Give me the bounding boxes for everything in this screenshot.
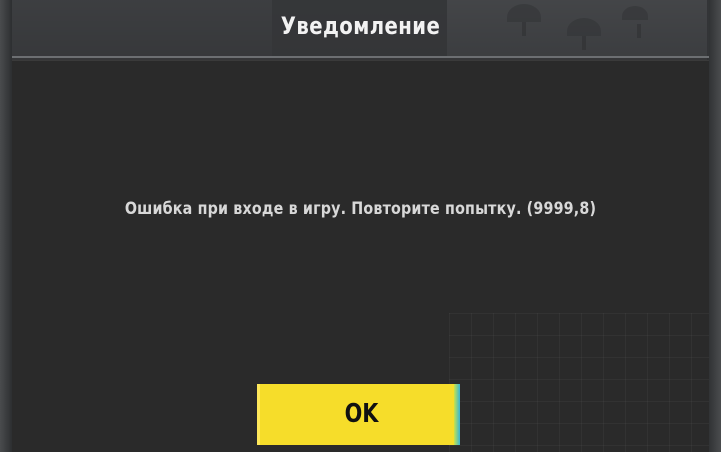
- game-screen: Уведомление Ошибка при входе в игру. Пов…: [0, 0, 721, 452]
- ok-button-label: OK: [344, 399, 379, 429]
- dialog-body: Ошибка при входе в игру. Повторите попыт…: [12, 60, 709, 452]
- background-right-edge: [707, 0, 721, 452]
- ok-button[interactable]: OK: [257, 384, 460, 445]
- grid-pattern: [449, 313, 709, 452]
- dialog-title: Уведомление: [280, 12, 441, 40]
- dialog-header: Уведомление: [12, 0, 709, 58]
- error-message: Ошибка при входе в игру. Повторите попыт…: [124, 199, 597, 219]
- notification-dialog: Уведомление Ошибка при входе в игру. Пов…: [12, 0, 709, 452]
- background-left-edge: [0, 0, 12, 452]
